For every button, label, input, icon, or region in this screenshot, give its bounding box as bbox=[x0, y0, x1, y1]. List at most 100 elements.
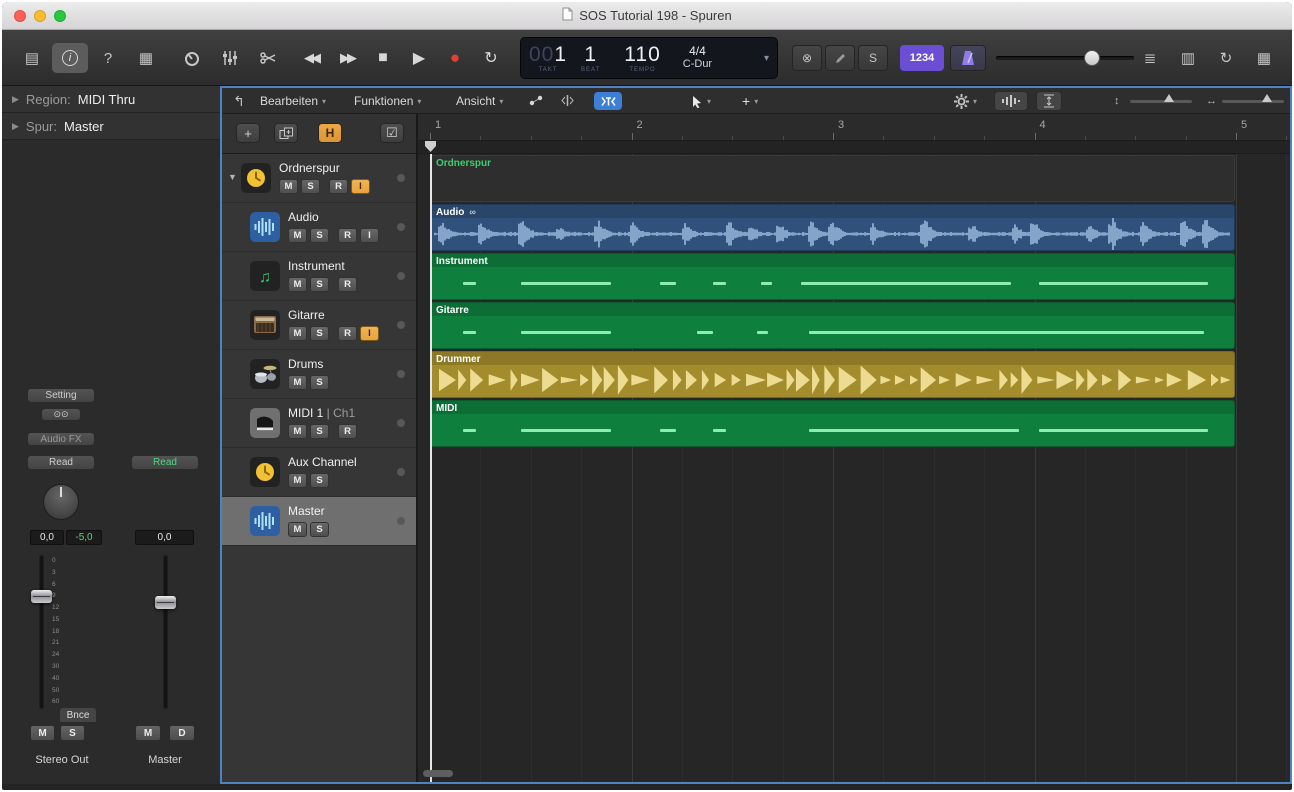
track-m-button[interactable]: M bbox=[288, 228, 307, 243]
track-name[interactable]: Gitarre bbox=[288, 309, 379, 322]
track-header-drums[interactable]: Drums MS bbox=[222, 350, 416, 399]
channel-fader[interactable]: 0369121518212430405060 bbox=[28, 556, 76, 708]
track-inspector-header[interactable]: ▶ Spur: Master bbox=[2, 113, 220, 140]
menu-ansicht[interactable]: Ansicht▾ bbox=[456, 88, 503, 114]
duplicate-track-button[interactable] bbox=[274, 123, 298, 143]
track-r-button[interactable]: R bbox=[338, 326, 357, 341]
track-i-button[interactable]: I bbox=[360, 228, 379, 243]
bar-ruler[interactable]: 12345 bbox=[418, 114, 1290, 153]
track-name[interactable]: Audio bbox=[288, 211, 379, 224]
solo-mode-button[interactable]: S bbox=[858, 45, 888, 71]
count-in-button[interactable]: 1234 bbox=[900, 45, 944, 71]
flex-icon[interactable] bbox=[560, 94, 575, 112]
library-icon[interactable]: ▤ bbox=[14, 43, 50, 73]
editors-scissors-icon[interactable] bbox=[250, 43, 286, 73]
minimize-window-button[interactable] bbox=[34, 10, 46, 22]
playhead-line[interactable] bbox=[430, 154, 432, 782]
track-m-button[interactable]: M bbox=[288, 326, 307, 341]
fader-cap[interactable] bbox=[155, 596, 176, 609]
back-arrow-icon[interactable]: ↰ bbox=[226, 91, 252, 111]
track-s-button[interactable]: S bbox=[310, 277, 329, 292]
stop-button[interactable]: ■ bbox=[366, 43, 400, 73]
channel-setting-button[interactable]: Setting bbox=[27, 388, 95, 403]
region-instrument[interactable]: Instrument bbox=[430, 253, 1235, 300]
track-header-config-button[interactable]: ☑ bbox=[380, 123, 404, 143]
track-i-button[interactable]: I bbox=[351, 179, 370, 194]
track-m-button[interactable]: M bbox=[279, 179, 298, 194]
region-midi[interactable]: MIDI bbox=[430, 400, 1235, 447]
forward-button[interactable]: ▶▶ bbox=[330, 43, 364, 73]
track-m-button[interactable]: M bbox=[288, 375, 307, 390]
track-header-ordnerspur[interactable]: ▼ Ordnerspur MSRI bbox=[222, 154, 416, 203]
master-automation-mode-button[interactable]: Read bbox=[131, 455, 199, 470]
track-name[interactable]: Master bbox=[288, 505, 329, 518]
track-s-button[interactable]: S bbox=[310, 228, 329, 243]
horizontal-scrollbar[interactable] bbox=[423, 770, 453, 777]
list-editors-icon[interactable]: ≣ bbox=[1132, 43, 1168, 73]
zoom-slider-thumb[interactable] bbox=[1262, 94, 1272, 102]
track-header-master[interactable]: MasterMS bbox=[222, 497, 416, 546]
punch-icon[interactable]: ⊗ bbox=[792, 45, 822, 71]
track-s-button[interactable]: S bbox=[310, 473, 329, 488]
toolbar-toggle-icon[interactable]: ▦ bbox=[128, 43, 164, 73]
rewind-button[interactable]: ◀◀ bbox=[294, 43, 328, 73]
track-s-button[interactable]: S bbox=[310, 375, 329, 390]
fader-cap[interactable] bbox=[31, 590, 52, 603]
region-inspector-header[interactable]: ▶ Region: MIDI Thru bbox=[2, 86, 220, 113]
track-m-button[interactable]: M bbox=[288, 424, 307, 439]
disclosure-triangle-icon[interactable]: ▼ bbox=[228, 172, 237, 182]
track-s-button[interactable]: S bbox=[310, 424, 329, 439]
track-m-button[interactable]: M bbox=[288, 473, 307, 488]
track-header-midi-1[interactable]: MIDI 1 | Ch1MSR bbox=[222, 399, 416, 448]
stereo-format-button[interactable]: ⊙⊙ bbox=[41, 408, 81, 421]
automation-icon[interactable] bbox=[528, 94, 545, 112]
browsers-icon[interactable]: ▦ bbox=[1246, 43, 1282, 73]
vertical-auto-zoom-button[interactable] bbox=[1036, 91, 1062, 111]
track-header-gitarre[interactable]: Gitarre MSRI bbox=[222, 301, 416, 350]
close-window-button[interactable] bbox=[14, 10, 26, 22]
track-name[interactable]: Ordnerspur bbox=[279, 162, 370, 175]
record-button[interactable]: ● bbox=[438, 43, 472, 73]
track-r-button[interactable]: R bbox=[329, 179, 348, 194]
track-s-button[interactable]: S bbox=[301, 179, 320, 194]
track-s-button[interactable]: S bbox=[310, 522, 329, 537]
menu-funktionen[interactable]: Funktionen▾ bbox=[354, 88, 421, 114]
bounce-button[interactable]: Bnce bbox=[60, 708, 96, 722]
track-i-button[interactable]: I bbox=[360, 326, 379, 341]
tracks-canvas[interactable]: OrdnerspurAudio∞InstrumentGitarreDrummer… bbox=[418, 154, 1290, 782]
track-config-gear-button[interactable]: ▾ bbox=[954, 91, 977, 111]
track-m-button[interactable]: M bbox=[288, 277, 307, 292]
audio-fx-slot[interactable]: Audio FX bbox=[27, 432, 95, 446]
track-r-button[interactable]: R bbox=[338, 277, 357, 292]
zoom-window-button[interactable] bbox=[54, 10, 66, 22]
vertical-zoom-slider[interactable] bbox=[1130, 100, 1192, 103]
pan-value[interactable]: 0,0 bbox=[30, 530, 64, 545]
track-name[interactable]: Drums bbox=[288, 358, 329, 371]
automation-mode-button[interactable]: Read bbox=[27, 455, 95, 470]
waveform-zoom-button[interactable] bbox=[994, 91, 1028, 111]
play-button[interactable]: ▶ bbox=[402, 43, 436, 73]
lcd-display[interactable]: 001 TAKT 1 BEAT 110 TEMPO 4/4 C-Dur ▾ bbox=[520, 37, 778, 79]
smart-controls-icon[interactable] bbox=[174, 43, 210, 73]
track-header-instrument[interactable]: ♫InstrumentMSR bbox=[222, 252, 416, 301]
pencil-icon[interactable] bbox=[825, 45, 855, 71]
volume-thumb[interactable] bbox=[1084, 50, 1100, 66]
track-name[interactable]: Instrument bbox=[288, 260, 357, 273]
master-mute-button[interactable]: M bbox=[135, 725, 161, 741]
disclosure-triangle-icon[interactable]: ▶ bbox=[12, 94, 19, 105]
note-pads-icon[interactable]: ▥ bbox=[1170, 43, 1206, 73]
menu-bearbeiten[interactable]: Bearbeiten▾ bbox=[260, 88, 326, 114]
region-gitarre[interactable]: Gitarre bbox=[430, 302, 1235, 349]
region-audio[interactable]: Audio∞ bbox=[430, 204, 1235, 251]
command-click-tool-button[interactable]: +▾ bbox=[742, 91, 758, 111]
region-drummer[interactable]: Drummer bbox=[430, 351, 1235, 398]
track-s-button[interactable]: S bbox=[310, 326, 329, 341]
chevron-down-icon[interactable]: ▾ bbox=[764, 53, 769, 64]
zoom-slider-thumb[interactable] bbox=[1164, 94, 1174, 102]
quick-help-icon[interactable]: ? bbox=[90, 43, 126, 73]
mute-button[interactable]: M bbox=[30, 725, 55, 741]
disclosure-triangle-icon[interactable]: ▶ bbox=[12, 121, 19, 132]
cycle-button[interactable]: ↻ bbox=[474, 43, 508, 73]
apple-loops-icon[interactable]: ↻ bbox=[1208, 43, 1244, 73]
add-track-button[interactable]: + bbox=[236, 123, 260, 143]
